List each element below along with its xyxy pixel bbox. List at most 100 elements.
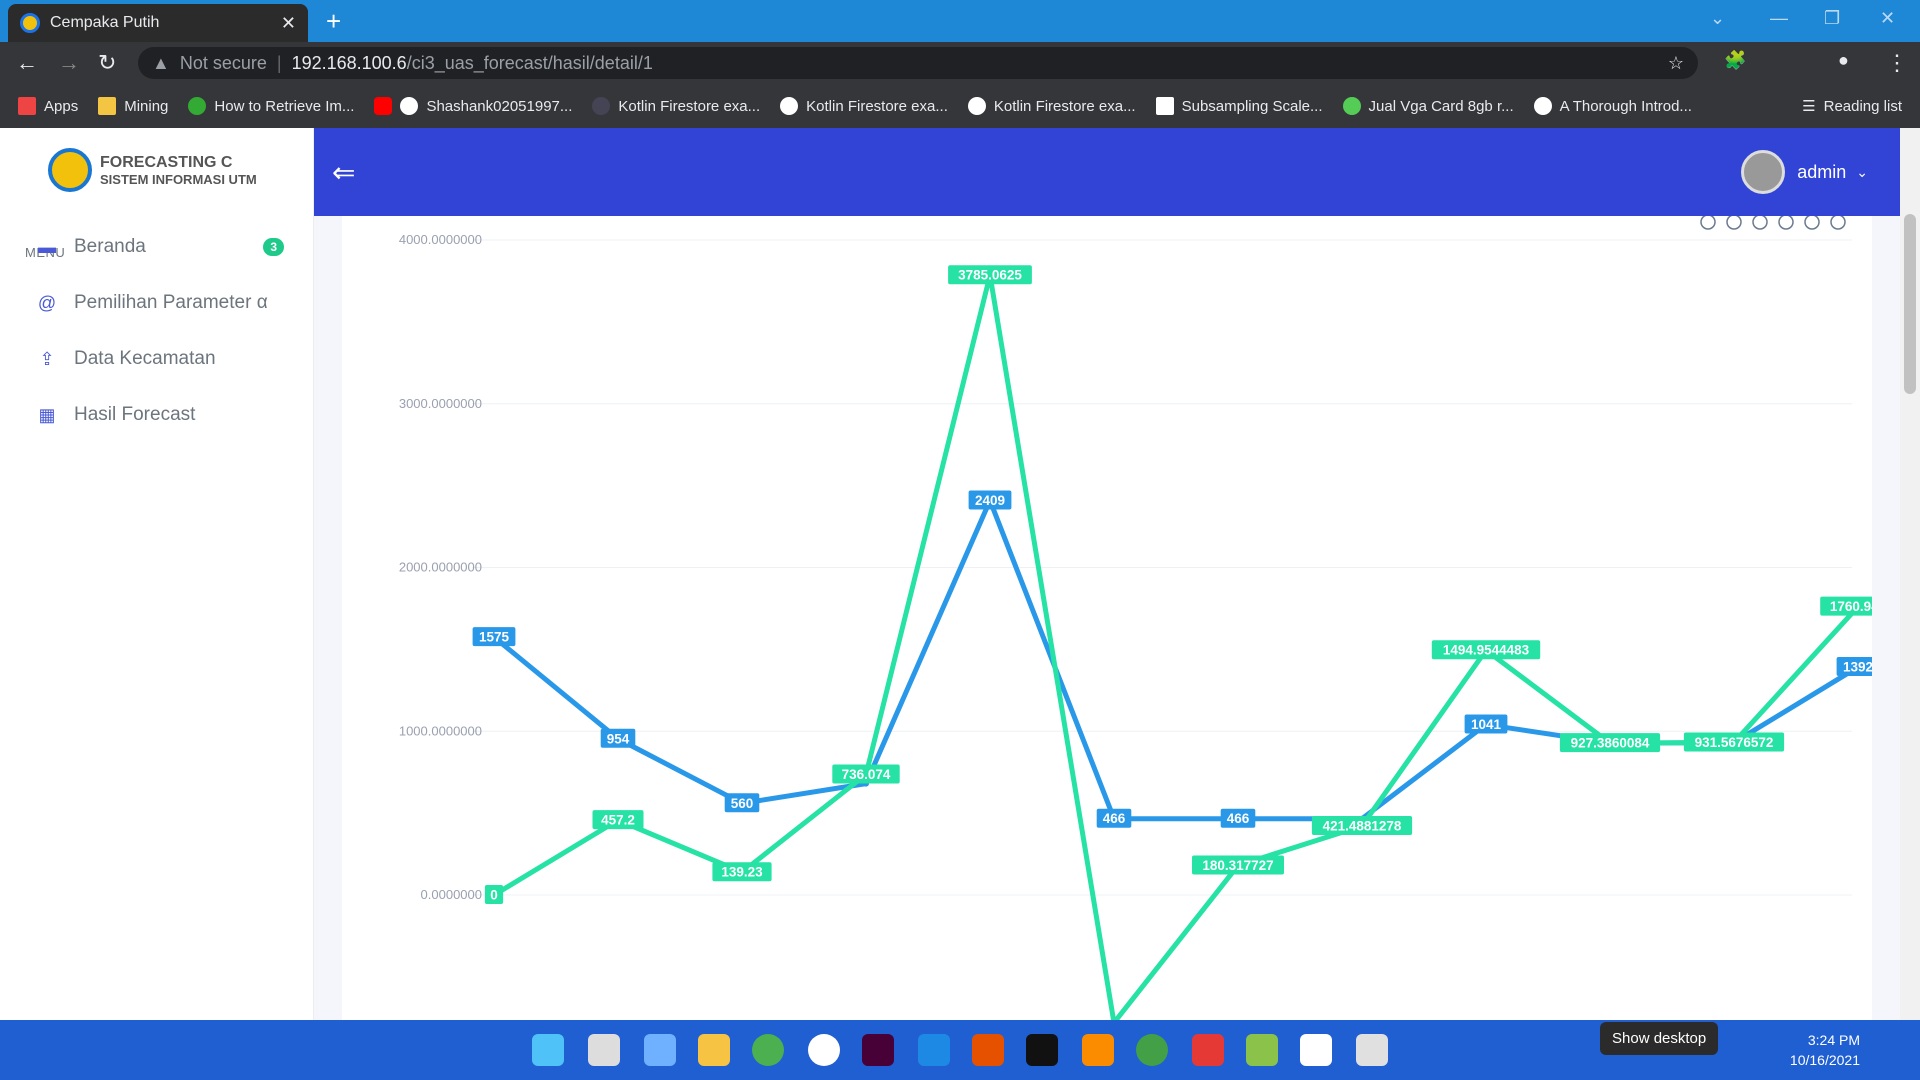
bookmark-item[interactable]: Subsampling Scale...	[1155, 97, 1323, 115]
bookmark-item[interactable]: Shashank02051997...	[374, 97, 572, 115]
data-label: 1392	[1843, 660, 1872, 675]
app-icon[interactable]	[1246, 1034, 1278, 1066]
sidebar-item-label: Beranda	[74, 236, 146, 257]
user-menu[interactable]: admin ⌄	[1741, 150, 1868, 194]
close-window-icon[interactable]: ✕	[1880, 8, 1895, 29]
browser-tab-bar: Cempaka Putih ✕ + ⌄ — ❐ ✕	[0, 0, 1920, 42]
data-label: 1760.949	[1830, 599, 1872, 614]
forward-icon[interactable]: →	[58, 50, 80, 76]
y-tick-label: 1000.0000000	[399, 723, 482, 738]
top-header: ⇐ admin ⌄	[314, 128, 1900, 216]
close-tab-icon[interactable]: ✕	[281, 13, 296, 34]
system-clock[interactable]: 3:24 PM 10/16/2021	[1790, 1030, 1860, 1070]
clock-date: 10/16/2021	[1789, 1052, 1860, 1068]
app-icon[interactable]	[808, 1034, 840, 1066]
data-label: 139.23	[721, 865, 763, 880]
globe-icon[interactable]	[1136, 1034, 1168, 1066]
file-explorer-icon[interactable]	[698, 1034, 730, 1066]
address-bar[interactable]: ▲ Not secure | 192.168.100.6/ci3_uas_for…	[138, 47, 1698, 79]
data-label: 3785.0625	[958, 268, 1022, 283]
bookmark-item[interactable]: How to Retrieve Im...	[188, 97, 354, 115]
profile-avatar[interactable]: ●	[1838, 50, 1849, 71]
app-icon[interactable]	[1192, 1034, 1224, 1066]
adobe-xd-icon[interactable]	[862, 1034, 894, 1066]
extension-icon[interactable]: 🧩	[1724, 50, 1746, 71]
sidebar-item-beranda[interactable]: ▬ Beranda 3	[36, 227, 296, 267]
y-tick-label: 2000.0000000	[399, 560, 482, 575]
monitor-icon: ▬	[38, 236, 56, 257]
url-path: /ci3_uas_forecast/hasil/detail/1	[406, 52, 653, 73]
bookmark-apps[interactable]: Apps	[18, 97, 78, 115]
start-icon[interactable]	[532, 1034, 564, 1066]
forecast-chart[interactable]: 4000.0000000 3000.0000000 2000.0000000 1000…	[342, 214, 1896, 1026]
apps-grid-icon	[18, 97, 36, 115]
y-tick-label: 3000.0000000	[399, 396, 482, 411]
new-tab-icon[interactable]: +	[326, 6, 341, 37]
p-icon	[1155, 97, 1174, 115]
bookmark-icon	[188, 97, 207, 115]
logo-title: FORECASTING C	[100, 153, 233, 171]
data-label: 466	[1227, 811, 1250, 826]
more-menu-icon[interactable]: ⋮	[1886, 50, 1908, 76]
vscode-icon[interactable]	[918, 1034, 950, 1066]
sidebar-item-pemilihan-parameter[interactable]: @ Pemilihan Parameter α	[36, 283, 296, 323]
main-content: 4000.0000000 3000.0000000 2000.0000000 1000…	[314, 214, 1900, 1026]
sidebar-item-hasil-forecast[interactable]: ▦ Hasil Forecast	[36, 395, 296, 435]
bookmark-item[interactable]: Jual Vga Card 8gb r...	[1342, 97, 1514, 115]
app-logo[interactable]: FORECASTING C SISTEM INFORMASI UTM	[48, 148, 257, 192]
kotlin-icon	[592, 97, 611, 115]
pan-icon[interactable]	[1778, 214, 1794, 230]
series-line	[492, 272, 1860, 1026]
minimize-icon[interactable]: —	[1770, 8, 1788, 29]
avatar	[1741, 150, 1786, 194]
scrollbar-thumb[interactable]	[1904, 214, 1916, 394]
bookmark-item[interactable]: Mining	[98, 97, 168, 115]
browser-toolbar: ← → ↻ ▲ Not secure | 192.168.100.6/ci3_u…	[0, 42, 1920, 84]
browser-tab[interactable]: Cempaka Putih ✕	[8, 4, 308, 42]
sidebar: FORECASTING C SISTEM INFORMASI UTM MENU …	[0, 128, 314, 1020]
notification-badge: 3	[263, 238, 284, 256]
sidebar-item-data-kecamatan[interactable]: ⇪ Data Kecamatan	[36, 339, 296, 379]
reading-list[interactable]: ☰ Reading list	[1802, 97, 1902, 116]
magnify-icon[interactable]	[1752, 214, 1768, 230]
typora-icon[interactable]	[1300, 1034, 1332, 1066]
menu-icon[interactable]	[1830, 214, 1846, 230]
zoom-out-icon[interactable]	[1726, 214, 1742, 230]
data-label: 736.074	[842, 767, 891, 782]
at-icon: @	[37, 292, 57, 313]
data-label: 457.2	[601, 813, 635, 828]
sidebar-item-label: Pemilihan Parameter α	[74, 292, 268, 313]
data-label: 560	[731, 796, 754, 811]
bookmark-item[interactable]: Kotlin Firestore exa...	[967, 97, 1136, 115]
home-icon[interactable]	[1804, 214, 1820, 230]
bookmark-item[interactable]: A Thorough Introd...	[1533, 97, 1692, 115]
upload-icon: ⇪	[39, 348, 55, 369]
folder-icon	[98, 97, 117, 115]
y-tick-label: 0.0000000	[421, 887, 482, 902]
restore-icon[interactable]: ❐	[1824, 8, 1840, 29]
page-scrollbar[interactable]	[1900, 128, 1920, 1020]
tab-search-icon[interactable]: ⌄	[1710, 8, 1725, 29]
reload-icon[interactable]: ↻	[98, 50, 116, 76]
collapse-menu-icon[interactable]: ⇐	[332, 156, 355, 189]
zoom-in-icon[interactable]	[1700, 214, 1716, 230]
back-icon[interactable]: ←	[16, 50, 38, 76]
tab-title: Cempaka Putih	[50, 14, 160, 31]
matlab-icon[interactable]	[972, 1034, 1004, 1066]
bookmark-item[interactable]: Kotlin Firestore exa...	[592, 97, 760, 115]
star-icon[interactable]: ☆	[1668, 53, 1684, 74]
data-label: 0	[490, 888, 498, 903]
university-seal-icon	[48, 148, 92, 192]
security-label: Not secure	[179, 52, 267, 73]
snipping-tool-icon[interactable]	[1356, 1034, 1388, 1066]
sidebar-item-label: Hasil Forecast	[74, 404, 196, 425]
task-view-icon[interactable]	[588, 1034, 620, 1066]
widgets-icon[interactable]	[644, 1034, 676, 1066]
chrome-icon[interactable]	[752, 1034, 784, 1066]
youtube-icon	[374, 97, 393, 115]
terminal-icon[interactable]	[1026, 1034, 1058, 1066]
xampp-icon[interactable]	[1082, 1034, 1114, 1066]
bookmark-item[interactable]: Kotlin Firestore exa...	[780, 97, 948, 115]
shop-icon	[1342, 97, 1361, 115]
site-favicon-icon	[20, 13, 40, 33]
